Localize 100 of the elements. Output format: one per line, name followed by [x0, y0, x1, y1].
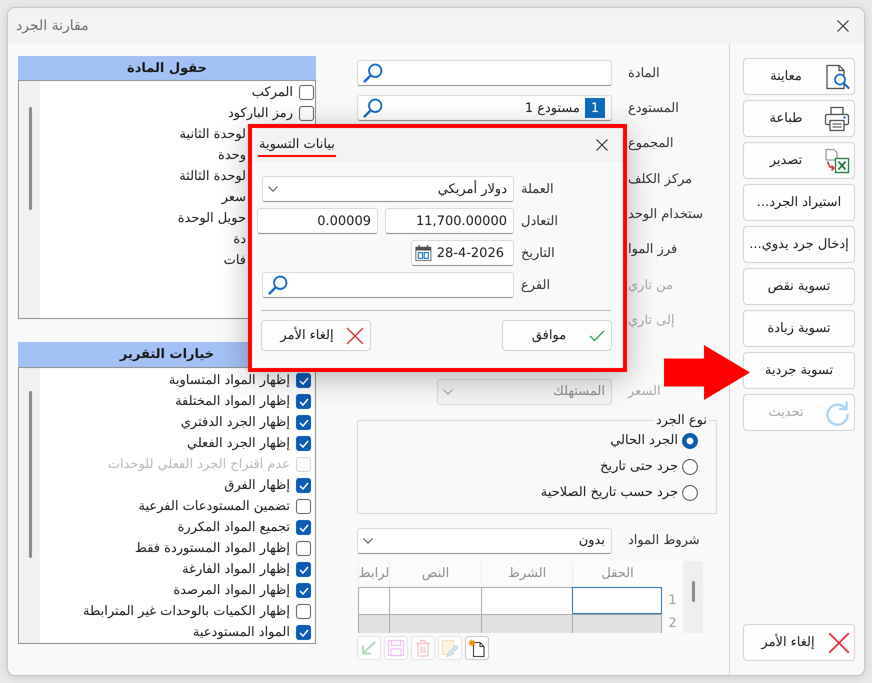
ok-button[interactable]: موافق [502, 320, 612, 351]
checkbox-label: المركب [252, 85, 293, 100]
field-label: المجموع [628, 136, 674, 152]
radio-label: الجرد الحالي [610, 433, 678, 448]
checkbox-label: المواد المستودعية [192, 625, 290, 640]
radio-button[interactable] [682, 484, 698, 501]
checkbox-label: إظهار الفرق [224, 478, 290, 493]
checkbox-label: إظهار الجرد الدفتري [180, 415, 290, 430]
checkbox-label: إظهار الجرد الفعلي [187, 436, 290, 451]
panel-title: خيارات التقرير [120, 347, 214, 362]
input-field[interactable]: 11,700.00000 [385, 208, 514, 234]
checkbox-label: إظهار المواد المستوردة فقط [134, 541, 290, 556]
action-button[interactable]: تسوية زيادة [743, 310, 855, 347]
checkbox-label: تضمين المستودعات الفرعية [138, 499, 290, 514]
search-field[interactable] [357, 60, 612, 86]
row-number: 2 [667, 614, 678, 633]
close-icon [596, 139, 608, 151]
checkmark-icon [298, 524, 308, 532]
checkbox[interactable] [296, 604, 311, 619]
grid-cell[interactable] [389, 586, 481, 614]
scrollbar[interactable] [683, 560, 703, 633]
checkmark-icon [298, 398, 308, 406]
action-button[interactable]: معاينة [743, 58, 855, 95]
toolbar-button[interactable] [465, 636, 489, 660]
window-title: مقارنة الجرد [16, 18, 89, 34]
grid-cell[interactable] [481, 614, 572, 633]
chevron-down-icon [363, 538, 373, 544]
panel-title: حقول المادة [127, 60, 207, 76]
checkmark-icon [298, 440, 308, 448]
field-label: المستودع [628, 100, 679, 116]
checkbox[interactable] [296, 520, 311, 535]
checkbox[interactable] [296, 373, 311, 388]
action-button[interactable]: تصدير [743, 142, 855, 179]
check-icon [589, 330, 605, 342]
checkmark-icon [298, 566, 308, 574]
close-icon [837, 20, 849, 32]
scrollbar[interactable] [20, 368, 40, 643]
row-number: 1 [667, 592, 678, 610]
cancel-button[interactable]: إلغاء الأمر [743, 624, 855, 661]
field-label: الفرع [521, 278, 550, 292]
checkbox[interactable] [296, 415, 311, 430]
grid-cell[interactable] [358, 586, 389, 614]
radio-button[interactable] [682, 432, 698, 449]
date-field[interactable]: 28-4-2026 [411, 240, 514, 266]
action-button[interactable]: استيراد الجرد... [743, 184, 855, 221]
field-label: من تاري [628, 278, 674, 293]
input-field[interactable]: 0.00009 [257, 208, 378, 234]
document-search-icon [824, 64, 850, 90]
checkbox-label: وحدة [218, 148, 246, 163]
trash-icon [414, 638, 432, 657]
checkbox-label: لوحدة الثالثة [179, 169, 246, 184]
field-label: إلى تاري [628, 313, 675, 328]
checkbox[interactable] [296, 394, 311, 409]
calendar-icon [415, 243, 432, 263]
dropdown[interactable]: بدون [357, 528, 612, 554]
checkbox-label: إظهار المواد الفارغة [182, 562, 290, 577]
scrollbar-thumb[interactable] [28, 391, 32, 558]
field-label: التاريخ [521, 246, 555, 260]
action-button[interactable]: تسوية نقص [743, 268, 855, 305]
checkbox[interactable] [296, 499, 311, 514]
scrollbar[interactable] [20, 81, 40, 318]
field-label: شروط المواد [628, 533, 700, 548]
checkbox[interactable] [299, 85, 314, 100]
field-label: فرز الموا [628, 242, 678, 258]
action-button[interactable]: طباعة [743, 100, 855, 137]
radio-label: جرد حسب تاريخ الصلاحية [540, 485, 678, 500]
action-button[interactable]: تسوية جردية [743, 352, 855, 389]
refresh-icon [824, 400, 850, 426]
radio-button[interactable] [682, 458, 698, 475]
x-icon [346, 326, 364, 344]
x-icon [828, 632, 850, 654]
checkbox-label: إظهار المواد المرصدة [173, 583, 290, 598]
checkbox[interactable] [296, 478, 311, 493]
checkbox[interactable] [296, 583, 311, 598]
grid-cell[interactable] [358, 614, 389, 633]
checkbox[interactable] [296, 541, 311, 556]
scrollbar-thumb[interactable] [692, 580, 694, 602]
cancel-button[interactable]: إلغاء الأمر [261, 320, 371, 351]
search-field[interactable] [262, 272, 514, 298]
grid-cell[interactable] [389, 614, 481, 633]
checkbox[interactable] [299, 106, 314, 121]
checkbox[interactable] [296, 436, 311, 451]
radio-label: جرد حتى تاريخ [600, 459, 678, 474]
checkbox-label: إظهار الكميات بالوحدات غير المترابطة [82, 604, 290, 619]
checkbox[interactable] [296, 562, 311, 577]
grid-cell[interactable] [481, 586, 572, 614]
chevron-down-icon [443, 388, 453, 395]
checkbox-label: لوحدة الثانية [180, 127, 246, 142]
field-label: العملة [521, 182, 554, 196]
checkbox-label: عدم اقتراح الجرد الفعلي للوحدات [108, 457, 290, 472]
tab[interactable]: بيانات التسوية [258, 133, 336, 157]
field-label: مركز الكلف [628, 172, 692, 187]
checkbox[interactable] [296, 625, 311, 640]
checkbox-label: إظهار المواد المختلفة [175, 394, 290, 409]
dropdown[interactable]: دولار أمريكي [262, 176, 514, 202]
pencil-document-icon [441, 638, 459, 657]
action-button[interactable]: إدخال جرد يدوي... [743, 226, 855, 263]
checkbox-label: فات [224, 253, 246, 268]
scrollbar-thumb[interactable] [28, 107, 32, 210]
checkmark-icon [298, 482, 308, 490]
